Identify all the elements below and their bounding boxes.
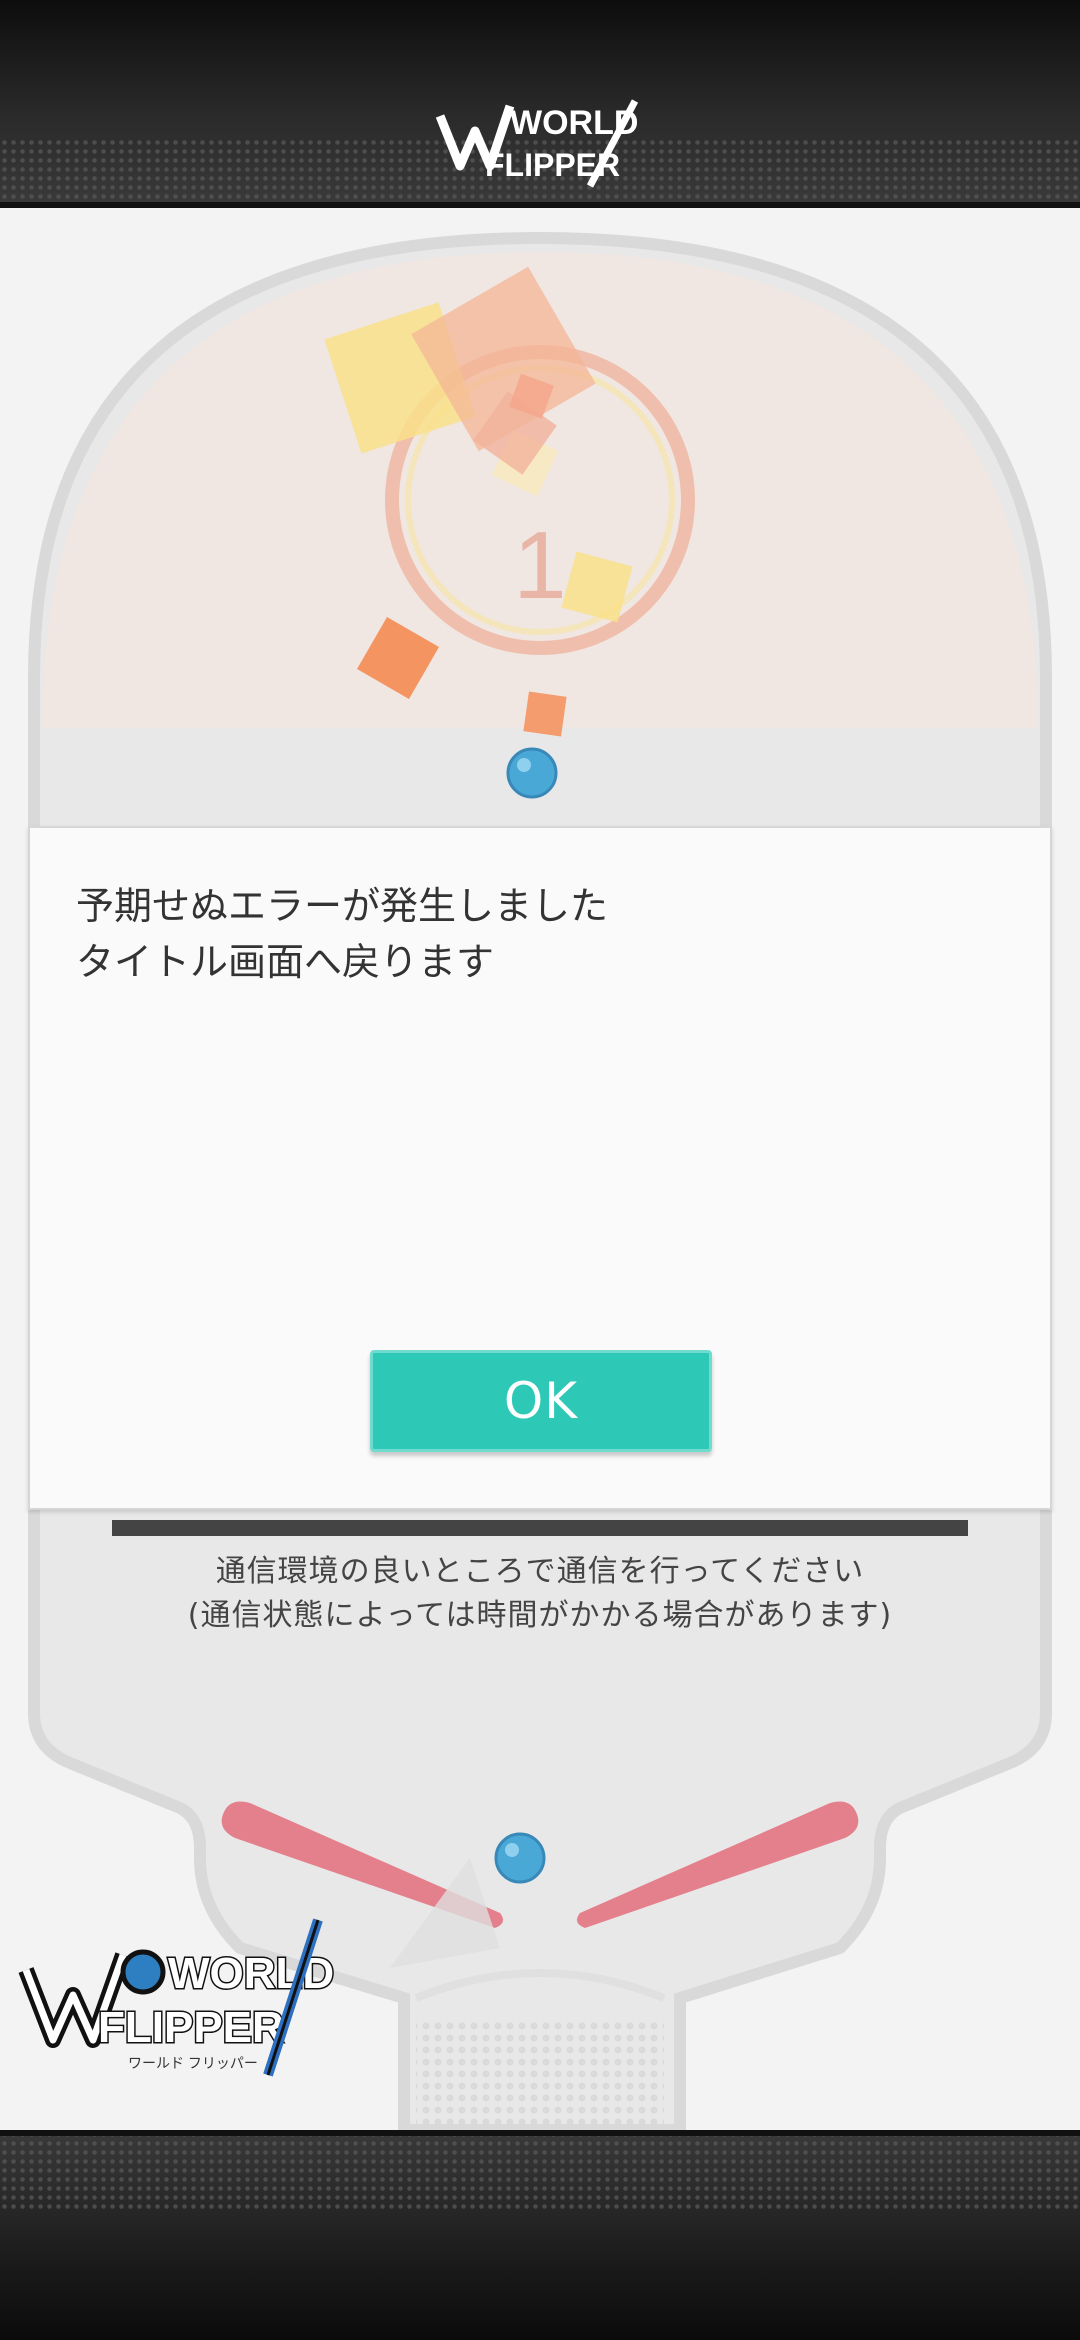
bottom-banner [0,2130,1080,2340]
error-message: 予期せぬエラーが発生しました タイトル画面へ戻ります [76,878,608,990]
connection-notice: 通信環境の良いところで通信を行ってください (通信状態によっては時間がかかる場合… [0,1550,1080,1638]
logo-bottom-kana: ワールド フリッパー [128,2055,258,2071]
ok-button[interactable]: OK [370,1350,712,1452]
error-message-line1: 予期せぬエラーが発生しました [76,884,609,928]
error-dialog: 予期せぬエラーが発生しました タイトル画面へ戻ります OK [28,826,1052,1510]
error-message-line2: タイトル画面へ戻ります [76,940,495,984]
logo-bottom-line2: FLIPPER [98,2003,284,2052]
world-flipper-logo-bottom: WORLD FLIPPER ワールド フリッパー [18,1918,336,2077]
connection-notice-line2: (通信状態によっては時間がかかる場合があります) [187,1598,893,1633]
connection-notice-line1: 通信環境の良いところで通信を行ってください [215,1554,865,1589]
drain-grate [416,2018,664,2130]
loading-counter: 1 [513,512,566,619]
bottom-banner-edge [0,2130,1080,2136]
bottom-dot-pattern [0,2130,1080,2210]
world-flipper-logo-top: WORLD FLIPPER [435,99,638,188]
pinball-ball-bottom [494,1832,546,1884]
loading-progress-bar [112,1520,968,1536]
pinball-ball-top [506,747,558,799]
